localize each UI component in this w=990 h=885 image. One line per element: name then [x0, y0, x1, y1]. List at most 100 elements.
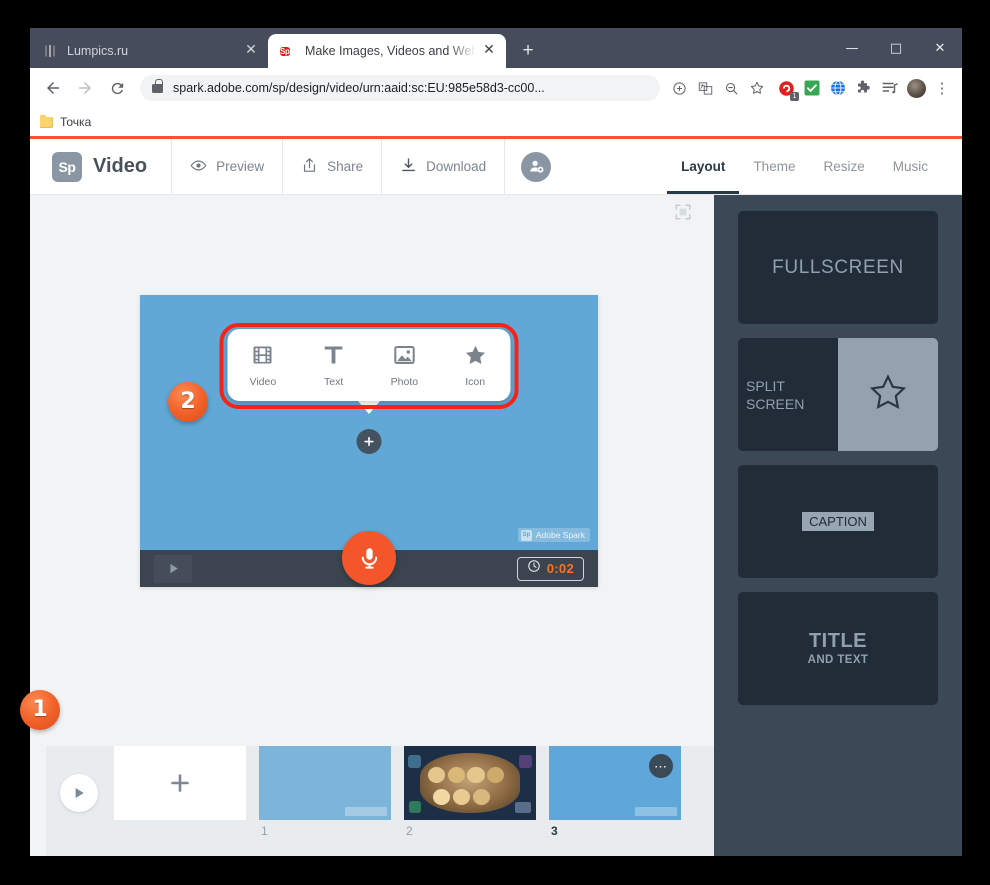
popup-item-video[interactable]: Video — [228, 343, 299, 388]
extension-icons: 1 ⋮ — [774, 76, 954, 101]
layout-option-fullscreen[interactable]: FULLSCREEN — [738, 211, 938, 324]
thumb-watermark — [635, 807, 677, 816]
eye-icon — [190, 157, 207, 177]
bookmark-item[interactable]: Точка — [40, 114, 91, 129]
add-element-popup: Video Text Photo Icon — [227, 329, 511, 401]
tab-resize[interactable]: Resize — [809, 139, 878, 194]
photo-icon — [392, 343, 416, 372]
window-controls: — □ ✕ — [830, 28, 962, 68]
tab-layout[interactable]: Layout — [667, 139, 740, 194]
editor-canvas: Sp Adobe Spark 0:02 Video Text Photo Ico… — [30, 195, 714, 856]
slide-thumb[interactable] — [404, 746, 536, 820]
microphone-icon[interactable] — [342, 531, 396, 585]
browser-toolbar: spark.adobe.com/sp/design/video/urn:aaid… — [30, 68, 962, 108]
lock-icon — [152, 78, 163, 93]
share-button[interactable]: Share — [283, 139, 381, 194]
share-label: Share — [327, 159, 364, 174]
close-icon[interactable]: ✕ — [480, 42, 498, 60]
zoom-out-icon[interactable] — [718, 75, 744, 101]
slide-number: 3 — [551, 824, 558, 838]
thumb-watermark — [345, 807, 387, 816]
chrome-menu-icon[interactable]: ⋮ — [930, 76, 954, 100]
back-icon[interactable] — [38, 73, 68, 103]
address-bar[interactable]: spark.adobe.com/sp/design/video/urn:aaid… — [140, 75, 660, 101]
download-label: Download — [426, 159, 487, 174]
profile-avatar[interactable] — [904, 76, 928, 100]
timeline-play-icon[interactable] — [60, 774, 98, 812]
maximize-icon[interactable]: □ — [874, 28, 918, 68]
layout-label: SPLIT SCREEN — [746, 377, 805, 412]
fullscreen-icon[interactable] — [674, 203, 692, 221]
invite-button[interactable] — [505, 139, 567, 194]
layout-subtitle: AND TEXT — [807, 654, 869, 666]
annotation-badge-1: 1 — [20, 690, 60, 730]
layout-option-title-and-text[interactable]: TITLE AND TEXT — [738, 592, 938, 705]
popup-tail — [358, 401, 380, 414]
browser-tab-1[interactable]: Lumpics.ru ✕ — [30, 34, 268, 68]
browser-tab-2[interactable]: Sp Make Images, Videos and Web S ✕ — [268, 34, 506, 68]
tab-title: Make Images, Videos and Web S — [305, 44, 476, 58]
bookmark-star-icon[interactable] — [744, 75, 770, 101]
app-brand: Sp Video — [30, 139, 171, 194]
popup-item-icon[interactable]: Icon — [440, 343, 511, 388]
ellipsis-icon[interactable]: ⋯ — [649, 754, 673, 778]
layout-option-split-screen[interactable]: SPLIT SCREEN — [738, 338, 938, 451]
close-icon[interactable]: ✕ — [242, 42, 260, 60]
app-header: Sp Video Preview Share Download Layout T… — [30, 139, 962, 195]
checkmark-icon[interactable] — [800, 76, 824, 100]
clock-icon — [527, 559, 541, 578]
spark-app: Sp Video Preview Share Download Layout T… — [30, 139, 962, 856]
list-item[interactable]: ⋯ 3 — [549, 746, 681, 838]
download-button[interactable]: Download — [382, 139, 504, 194]
text-icon — [322, 343, 346, 372]
popup-item-photo[interactable]: Photo — [369, 343, 440, 388]
timer-value: 0:02 — [546, 561, 574, 576]
add-slide-thumb[interactable] — [114, 746, 246, 820]
playlist-icon[interactable] — [878, 76, 902, 100]
adblock-badge: 1 — [790, 92, 799, 101]
install-icon[interactable] — [666, 75, 692, 101]
adblock-icon[interactable]: 1 — [774, 76, 799, 101]
forward-icon[interactable] — [70, 73, 100, 103]
popup-item-label: Icon — [465, 375, 486, 388]
reload-icon[interactable] — [102, 73, 132, 103]
preview-button[interactable]: Preview — [172, 139, 282, 194]
minimize-icon[interactable]: — — [830, 28, 874, 68]
browser-tab-bar: Lumpics.ru ✕ Sp Make Images, Videos and … — [30, 28, 962, 68]
split-left: SPLIT SCREEN — [738, 338, 838, 451]
globe-icon[interactable] — [826, 76, 850, 100]
preview-label: Preview — [216, 159, 265, 174]
popup-item-label: Photo — [390, 375, 419, 388]
puzzle-icon[interactable] — [852, 76, 876, 100]
watermark-logo-icon: Sp — [520, 529, 532, 541]
browser-window: Lumpics.ru ✕ Sp Make Images, Videos and … — [30, 28, 962, 856]
slide-thumb-selected[interactable]: ⋯ — [549, 746, 681, 820]
list-item[interactable]: 2 — [404, 746, 536, 838]
slide-timeline: 1 2 ⋯ 3 — [46, 746, 714, 856]
slide-list: 1 2 ⋯ 3 — [114, 746, 694, 838]
play-icon[interactable] — [154, 554, 192, 583]
new-tab-button[interactable]: + — [514, 37, 542, 65]
share-icon — [301, 157, 318, 177]
translate-icon[interactable] — [692, 75, 718, 101]
video-controls: 0:02 — [140, 531, 598, 587]
layout-option-caption[interactable]: CAPTION — [738, 465, 938, 578]
slide-number: 2 — [406, 824, 413, 838]
add-element-button[interactable] — [356, 429, 382, 454]
omnibox-icons — [666, 75, 770, 101]
add-person-icon — [521, 151, 552, 182]
close-window-icon[interactable]: ✕ — [918, 28, 962, 68]
slide-thumb[interactable] — [259, 746, 391, 820]
slide-number: 1 — [261, 824, 268, 838]
popup-item-text[interactable]: Text — [298, 343, 369, 388]
list-item[interactable]: 1 — [259, 746, 391, 838]
screenshot-root: Lumpics.ru ✕ Sp Make Images, Videos and … — [0, 0, 990, 885]
tab-title: Lumpics.ru — [67, 44, 129, 58]
popup-item-label: Video — [249, 375, 277, 388]
star-icon — [868, 372, 908, 417]
tab-theme[interactable]: Theme — [739, 139, 809, 194]
watermark-text: Adobe Spark — [535, 530, 585, 540]
tab-music[interactable]: Music — [879, 139, 942, 194]
layout-title: TITLE — [808, 630, 868, 652]
list-item[interactable] — [114, 746, 246, 824]
